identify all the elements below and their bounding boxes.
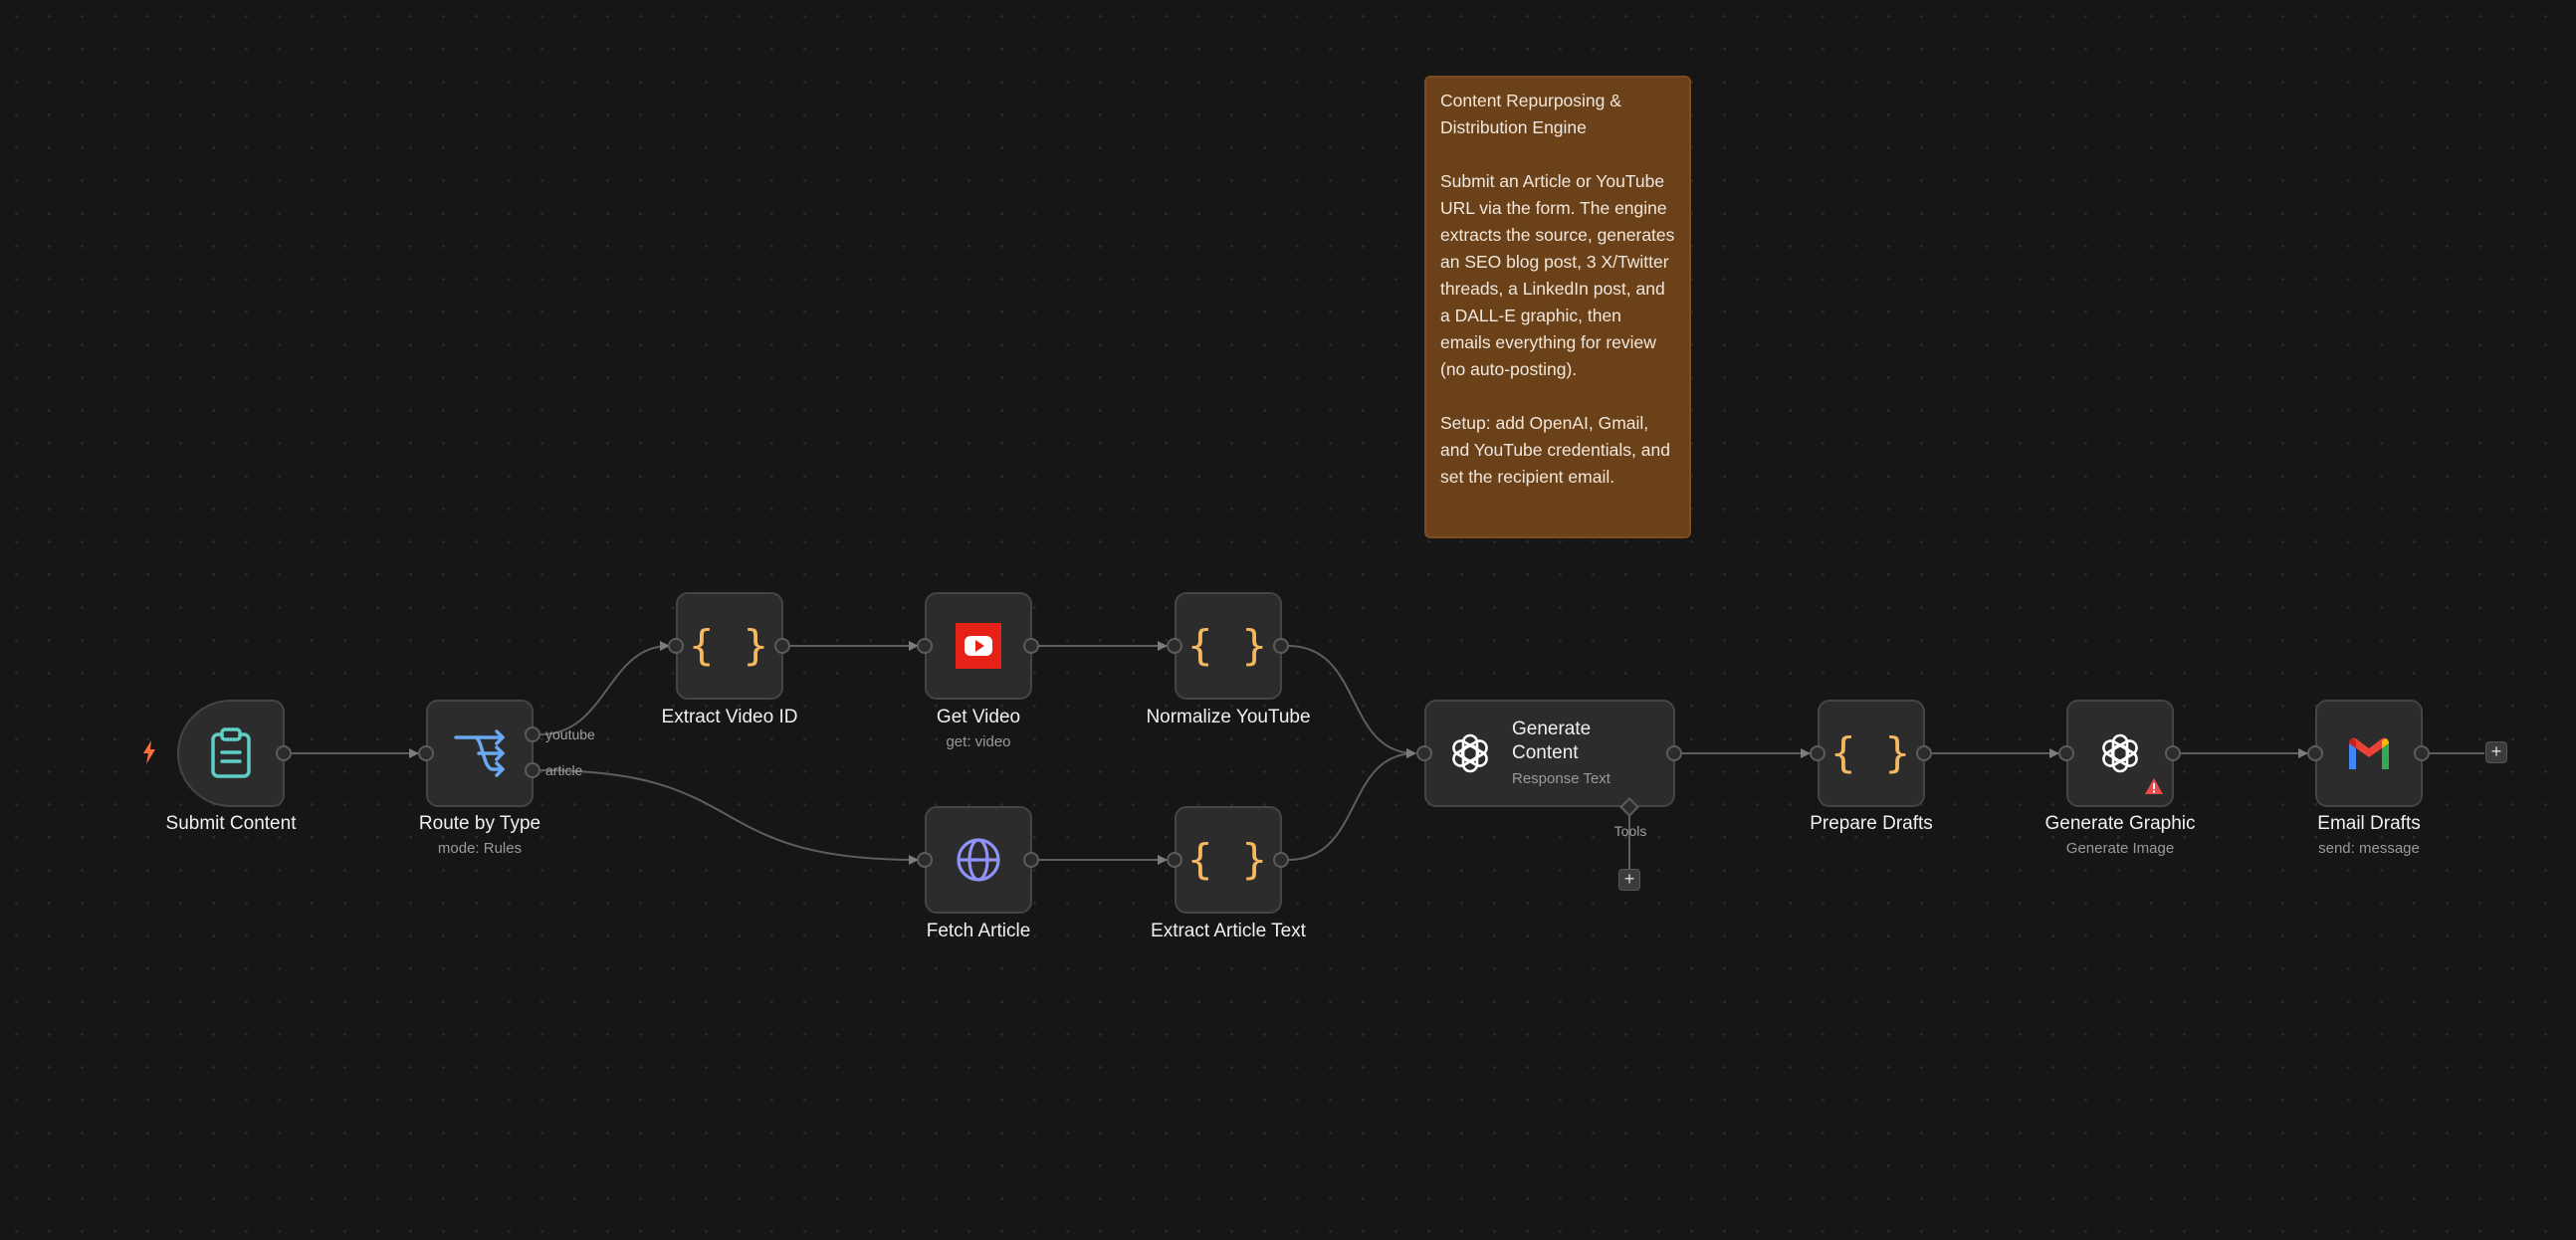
output-port[interactable]: [1273, 852, 1289, 868]
node-submit-content[interactable]: [177, 700, 285, 807]
input-port[interactable]: [2307, 745, 2323, 761]
switch-icon: [454, 729, 505, 777]
node-extract-article-text[interactable]: { }: [1175, 806, 1282, 914]
node-normalize-youtube[interactable]: { }: [1175, 592, 1282, 700]
node-route-by-type[interactable]: [426, 700, 534, 807]
input-port[interactable]: [917, 638, 933, 654]
node-subtitle-email-drafts: send: message: [2318, 840, 2420, 857]
input-port[interactable]: [1416, 745, 1432, 761]
output-port[interactable]: [2414, 745, 2430, 761]
openai-icon: [2102, 733, 2138, 773]
input-port[interactable]: [1167, 852, 1182, 868]
node-label-generate-content: Generate Content: [1512, 719, 1592, 763]
node-generate-content[interactable]: Generate Content Response Text: [1424, 700, 1675, 807]
output-port[interactable]: [1666, 745, 1682, 761]
sticky-note-body: Submit an Article or YouTube URL via the…: [1440, 171, 1675, 379]
sticky-note[interactable]: Content Repurposing & Distribution Engin…: [1424, 76, 1691, 538]
input-port[interactable]: [418, 745, 434, 761]
node-label-normalize-youtube: Normalize YouTube: [1146, 707, 1311, 727]
add-tool-button[interactable]: +: [1618, 869, 1640, 891]
node-label-email-drafts: Email Drafts: [2317, 813, 2421, 834]
output-port[interactable]: [1023, 638, 1039, 654]
connection-normalize-to-generate-content: [1287, 645, 1416, 758]
branch-label-article: article: [545, 762, 583, 778]
code-braces-icon: { }: [1187, 835, 1269, 884]
node-subtitle-route-by-type: mode: Rules: [437, 840, 523, 857]
tools-label: Tools: [1613, 823, 1647, 839]
trigger-bolt-icon: [143, 740, 155, 764]
output-port-youtube[interactable]: [525, 726, 540, 742]
output-port[interactable]: [1273, 638, 1289, 654]
node-extract-video-id[interactable]: { }: [676, 592, 783, 700]
node-label-route-by-type: Route by Type: [418, 813, 541, 834]
node-subtitle-generate-content: Response Text: [1512, 770, 1610, 787]
code-braces-icon: { }: [1187, 621, 1269, 670]
node-label-extract-article-text: Extract Article Text: [1151, 921, 1306, 941]
clipboard-icon: [211, 727, 251, 778]
node-get-video[interactable]: [925, 592, 1032, 700]
sticky-note-setup: Setup: add OpenAI, Gmail, and YouTube cr…: [1440, 413, 1670, 487]
input-port[interactable]: [917, 852, 933, 868]
input-port[interactable]: [668, 638, 684, 654]
ai-node-text: Generate Content Response Text: [1512, 718, 1631, 789]
output-port[interactable]: [1916, 745, 1932, 761]
workflow-canvas[interactable]: Content Repurposing & Distribution Engin…: [0, 0, 2576, 1240]
youtube-icon: [956, 623, 1001, 669]
input-port[interactable]: [1167, 638, 1182, 654]
sticky-note-title: Content Repurposing & Distribution Engin…: [1440, 91, 1621, 137]
output-port[interactable]: [276, 745, 292, 761]
output-port[interactable]: [2165, 745, 2181, 761]
add-node-button[interactable]: +: [2485, 741, 2507, 763]
input-port[interactable]: [2058, 745, 2074, 761]
node-email-drafts[interactable]: [2315, 700, 2423, 807]
connections-layer: [291, 641, 2484, 870]
output-port-article[interactable]: [525, 762, 540, 778]
gmail-icon: [2349, 737, 2389, 769]
warning-icon[interactable]: [2144, 777, 2164, 795]
code-braces-icon: { }: [1830, 728, 1912, 777]
input-port[interactable]: [1810, 745, 1825, 761]
openai-icon: [1452, 733, 1488, 773]
node-generate-graphic[interactable]: [2066, 700, 2174, 807]
connection-extract-text-to-generate-content: [1287, 748, 1416, 861]
node-subtitle-get-video: get: video: [946, 733, 1011, 750]
node-prepare-drafts[interactable]: { }: [1818, 700, 1925, 807]
output-port[interactable]: [1023, 852, 1039, 868]
globe-icon: [957, 838, 1000, 882]
node-fetch-article[interactable]: [925, 806, 1032, 914]
code-braces-icon: { }: [689, 621, 770, 670]
output-port[interactable]: [774, 638, 790, 654]
